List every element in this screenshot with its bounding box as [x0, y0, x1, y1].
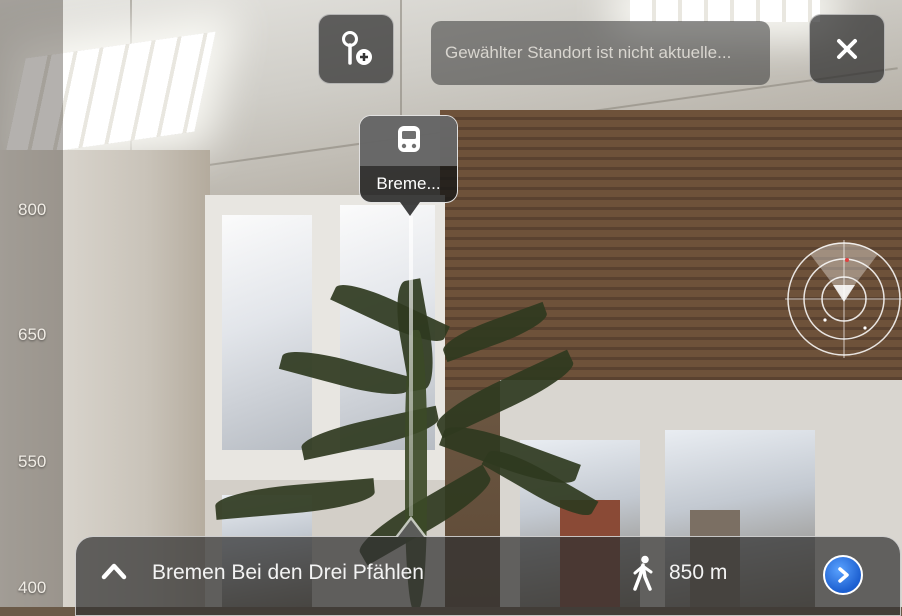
poi-marker[interactable]: Breme...: [359, 115, 458, 203]
chevron-right-circle-icon: [838, 567, 849, 583]
window-pane: [222, 215, 312, 450]
altitude-scale: 800 650 550 400: [0, 0, 63, 607]
radar-compass[interactable]: [785, 240, 902, 358]
camera-view: [0, 0, 902, 607]
altitude-label: 400: [18, 578, 47, 597]
ceiling-beam: [400, 0, 402, 120]
location-status-field[interactable]: Gewählter Standort ist nicht aktuelle...: [431, 21, 770, 85]
radar-icon: [785, 240, 902, 358]
walking-person-icon: [633, 555, 653, 591]
poi-name: Bremen Bei den Drei Pfählen: [152, 561, 424, 584]
poi-pointer-line: [409, 216, 413, 516]
poi-marker-pointer: [400, 202, 420, 216]
info-bar-notch-fill: [398, 520, 424, 537]
add-location-button[interactable]: [318, 14, 394, 84]
altitude-label: 650: [18, 325, 47, 344]
poi-label: Breme...: [376, 174, 441, 193]
pin-plus-icon: [342, 31, 372, 65]
poi-icon-area: [360, 116, 457, 166]
poi-detail-button[interactable]: [823, 555, 863, 595]
altitude-label: 550: [18, 452, 47, 471]
altitude-label: 800: [18, 200, 47, 219]
location-status-text: Gewählter Standort ist nicht aktuelle...: [445, 43, 732, 62]
train-icon: [397, 126, 420, 152]
close-button[interactable]: [809, 14, 885, 84]
close-icon: [837, 39, 857, 59]
chevron-up-icon[interactable]: [100, 560, 128, 582]
ceiling-light: [630, 0, 820, 22]
poi-distance: 850 m: [669, 561, 728, 584]
